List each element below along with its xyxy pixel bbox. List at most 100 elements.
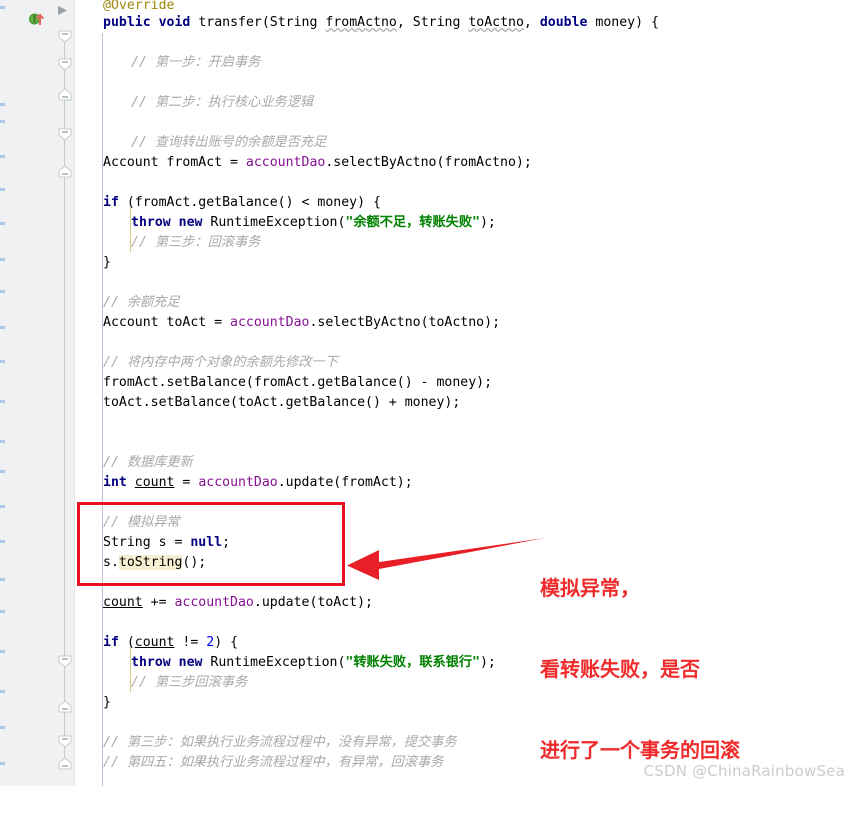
code-token: String	[269, 15, 318, 30]
code-token: Account	[103, 315, 159, 330]
code-token: }	[103, 255, 111, 270]
code-token: ,	[523, 15, 540, 30]
code-line[interactable]: // 余额充足	[103, 293, 180, 313]
fold-collapse-marker[interactable]	[58, 58, 72, 71]
code-token: =	[174, 475, 199, 490]
code-line[interactable]: // 数据库更新	[103, 453, 193, 473]
code-token: "转账失败，联系银行"	[345, 655, 480, 670]
code-line[interactable]: throw new RuntimeException("余额不足，转账失败");	[131, 213, 496, 233]
code-token: count	[134, 635, 175, 650]
code-token: toString	[118, 555, 183, 570]
code-line[interactable]: Account fromAct = accountDao.selectByAct…	[103, 153, 532, 173]
vcs-change-tick	[0, 103, 5, 106]
fold-expand-marker[interactable]	[58, 700, 72, 713]
code-token: // 第三步：如果执行业务流程过程中，没有异常，提交事务	[103, 735, 457, 750]
code-token: void	[158, 15, 191, 30]
fold-collapse-marker[interactable]	[58, 655, 72, 668]
code-line[interactable]: public void transfer(String fromActno, S…	[103, 13, 659, 33]
code-line[interactable]: // 第三步：如果执行业务流程过程中，没有异常，提交事务	[103, 733, 457, 753]
code-token: );	[479, 215, 496, 230]
code-token: // 第二步：执行核心业务逻辑	[131, 95, 314, 110]
code-token: ;	[222, 535, 231, 550]
vcs-change-tick	[0, 120, 5, 123]
code-line[interactable]: String s = null;	[103, 533, 230, 553]
code-token: throw	[131, 655, 171, 670]
code-editor-screenshot: @Override public void transfer(String fro…	[0, 0, 853, 786]
code-token: fromAct.setBalance(fromAct.getBalance() …	[103, 375, 493, 390]
vcs-change-tick	[0, 470, 5, 473]
code-token: new	[178, 215, 203, 230]
code-token: RuntimeException(	[202, 215, 346, 230]
code-token: accountDao	[230, 315, 310, 330]
code-line[interactable]: }	[103, 253, 111, 273]
code-line[interactable]: if (count != 2) {	[103, 633, 238, 653]
code-token: // 第一步：开启事务	[131, 55, 261, 70]
code-token: 2	[206, 635, 215, 650]
code-line[interactable]: // 第四五：如果执行业务流程过程中，有异常，回滚事务	[103, 753, 443, 773]
fold-run-triangle-icon[interactable]	[57, 2, 69, 15]
code-token: "余额不足，转账失败"	[345, 215, 480, 230]
vcs-change-tick	[0, 540, 5, 543]
code-token: // 模拟异常	[103, 515, 180, 530]
code-token: accountDao	[174, 595, 254, 610]
code-line[interactable]: Account toAct = accountDao.selectByActno…	[103, 313, 500, 333]
code-line[interactable]: // 将内存中两个对象的余额先修改一下	[103, 353, 338, 373]
fold-collapse-marker[interactable]	[58, 735, 72, 748]
code-token: );	[479, 655, 496, 670]
code-token: ();	[182, 555, 207, 570]
code-line[interactable]: count += accountDao.update(toAct);	[103, 593, 373, 613]
code-line[interactable]: if (fromAct.getBalance() < money) {	[103, 193, 381, 213]
vcs-change-tick	[0, 258, 5, 261]
code-token: ) {	[214, 635, 239, 650]
code-token: RuntimeException(	[202, 655, 346, 670]
vcs-change-tick	[0, 400, 5, 403]
code-token: toActno	[468, 15, 524, 30]
code-line[interactable]: fromAct.setBalance(fromAct.getBalance() …	[103, 373, 492, 393]
vcs-change-tick	[0, 440, 5, 443]
vcs-change-tick	[0, 188, 5, 191]
fold-expand-marker[interactable]	[58, 757, 72, 770]
code-token: ) {	[635, 15, 659, 30]
vcs-change-tick	[0, 155, 5, 158]
code-token: accountDao	[198, 475, 278, 490]
code-line[interactable]: // 第一步：开启事务	[131, 53, 260, 73]
code-token: public	[103, 15, 151, 30]
code-line[interactable]: int count = accountDao.update(fromAct);	[103, 473, 413, 493]
code-token: +=	[142, 595, 175, 610]
code-token: .selectByActno(fromActno);	[325, 155, 532, 170]
csdn-watermark: CSDN @ChinaRainbowSea	[643, 762, 845, 780]
code-token: toAct.setBalance(toAct.getBalance() + mo…	[103, 395, 461, 410]
code-line[interactable]: // 第三步回滚事务	[131, 673, 247, 693]
fold-collapse-marker[interactable]	[58, 128, 72, 141]
code-line[interactable]: throw new RuntimeException("转账失败，联系银行");	[131, 653, 496, 673]
override-method-gutter-icon[interactable]	[28, 10, 46, 28]
code-line[interactable]: // 第二步：执行核心业务逻辑	[131, 93, 313, 113]
fold-expand-marker[interactable]	[58, 165, 72, 178]
code-line[interactable]: toAct.setBalance(toAct.getBalance() + mo…	[103, 393, 460, 413]
code-token: new	[178, 655, 203, 670]
code-line[interactable]: // 第三步：回滚事务	[131, 233, 260, 253]
code-token: ,	[396, 15, 413, 30]
fold-expand-marker[interactable]	[58, 88, 72, 101]
vcs-annotations-strip[interactable]	[0, 0, 8, 786]
code-token: .update(fromAct);	[277, 475, 413, 490]
fold-collapse-marker[interactable]	[58, 30, 72, 43]
code-line[interactable]: }	[103, 693, 111, 713]
code-token: // 数据库更新	[103, 455, 193, 470]
annotation-line-1: 模拟异常，	[540, 576, 640, 600]
code-token: if	[103, 635, 119, 650]
code-token: // 第三步回滚事务	[131, 675, 248, 690]
code-line[interactable]: s.toString();	[103, 553, 206, 573]
code-token: fromActno	[325, 15, 397, 30]
code-token: count	[103, 595, 143, 610]
code-line[interactable]: // 查询转出账号的余额是否充足	[131, 133, 326, 153]
code-token: accountDao	[245, 155, 326, 170]
annotation-line-2: 看转账失败，是否	[540, 657, 700, 681]
editor-gutter[interactable]	[8, 0, 75, 786]
vcs-change-tick	[0, 650, 5, 653]
vcs-change-tick	[0, 690, 5, 693]
code-token: Account	[103, 155, 159, 170]
code-token: String	[103, 535, 151, 550]
code-line[interactable]: // 模拟异常	[103, 513, 180, 533]
code-token: !=	[174, 635, 207, 650]
